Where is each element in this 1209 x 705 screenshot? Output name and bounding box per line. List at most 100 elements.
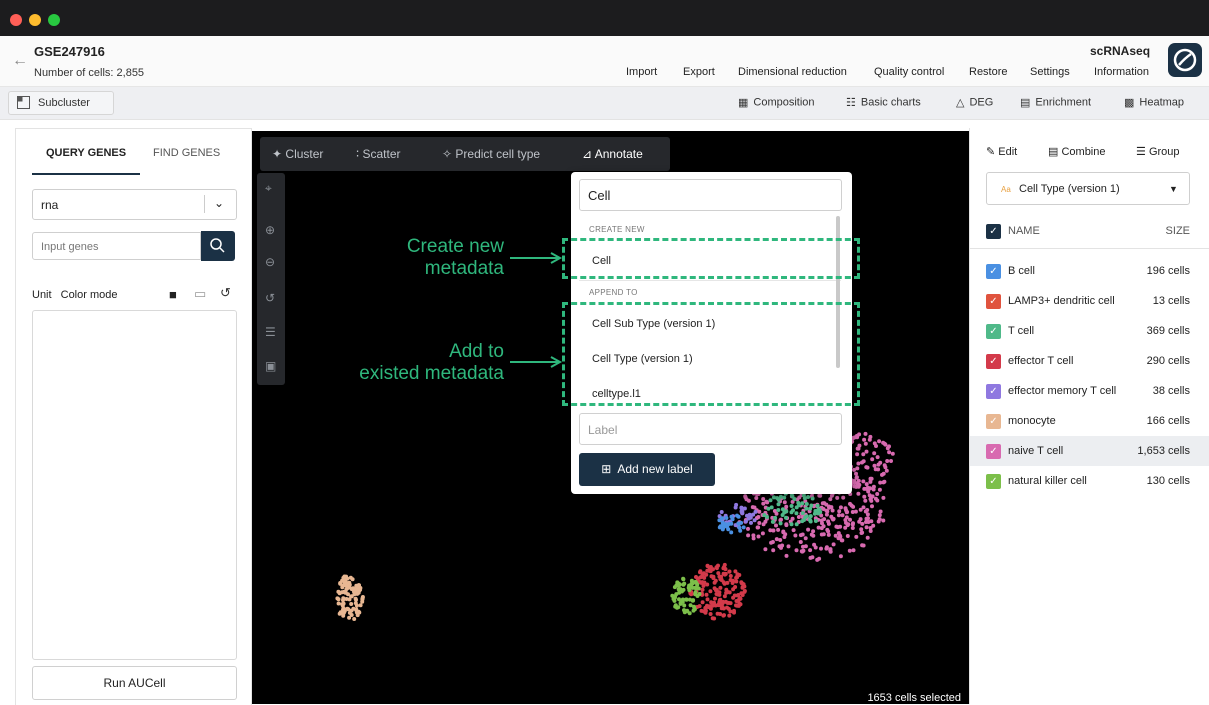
- menu-quality-control[interactable]: Quality control: [874, 66, 944, 78]
- embedding-point: [727, 590, 732, 595]
- embedding-point: [841, 495, 846, 500]
- embedding-point: [778, 538, 783, 542]
- embedding-point: [688, 603, 693, 608]
- heatmap-button[interactable]: ▩ Heatmap: [1124, 96, 1184, 109]
- menu-import[interactable]: Import: [626, 66, 657, 78]
- cluster-checkbox[interactable]: ✓: [986, 384, 1001, 399]
- reset-view-icon[interactable]: ↺: [265, 291, 275, 305]
- export-image-icon[interactable]: ▣: [265, 359, 276, 373]
- menu-information[interactable]: Information: [1094, 66, 1149, 78]
- embedding-point: [890, 451, 895, 456]
- enrichment-button[interactable]: ▤ Enrichment: [1020, 96, 1091, 109]
- cluster-row[interactable]: ✓ B cell 196 cells: [970, 256, 1209, 286]
- embedding-point: [860, 530, 865, 535]
- embedding-point: [863, 431, 868, 436]
- embedding-point: [769, 540, 774, 545]
- cluster-checkbox[interactable]: ✓: [986, 474, 1001, 489]
- cluster-checkbox[interactable]: ✓: [986, 324, 1001, 339]
- embedding-point: [712, 600, 716, 605]
- tool-predict-cell-type[interactable]: ✧ Predict cell type: [442, 147, 540, 161]
- cluster-name: T cell: [1008, 325, 1035, 337]
- deg-button[interactable]: △ DEG: [956, 96, 993, 109]
- run-aucell-button[interactable]: Run AUCell: [32, 666, 237, 700]
- folder-icon[interactable]: ■: [169, 287, 177, 302]
- cluster-row[interactable]: ✓ natural killer cell 130 cells: [970, 466, 1209, 496]
- maximize-window-button[interactable]: [48, 14, 60, 26]
- cluster-row[interactable]: ✓ LAMP3+ dendritic cell 13 cells: [970, 286, 1209, 316]
- gene-input[interactable]: Input genes: [32, 232, 201, 260]
- selection-count: 1653 cells selected: [867, 692, 961, 704]
- metadata-select[interactable]: Aa Cell Type (version 1) ▼: [986, 172, 1190, 205]
- composition-button[interactable]: ▦ Composition: [738, 96, 815, 109]
- label-input[interactable]: Label: [579, 413, 842, 445]
- zoom-in-icon[interactable]: ⊕: [265, 223, 275, 237]
- assay-select[interactable]: rna ⌄: [32, 189, 237, 220]
- edit-button[interactable]: ✎ Edit: [986, 145, 1017, 158]
- basic-charts-button[interactable]: ☷ Basic charts: [846, 96, 921, 109]
- active-tab-indicator: [32, 173, 140, 175]
- add-to-line1: Add to: [449, 341, 504, 362]
- menu-restore[interactable]: Restore: [969, 66, 1008, 78]
- cluster-size: 13 cells: [1152, 295, 1190, 307]
- gene-search-button[interactable]: [201, 231, 235, 261]
- save-icon[interactable]: ▭: [194, 286, 206, 302]
- combine-button[interactable]: ▤ Combine: [1048, 145, 1106, 158]
- embedding-point: [734, 603, 738, 608]
- embedding-point: [720, 527, 725, 532]
- tool-scatter-label: Scatter: [362, 147, 401, 161]
- add-label-icon: ⊞: [601, 462, 612, 476]
- close-window-button[interactable]: [10, 14, 22, 26]
- embedding-point: [705, 564, 710, 569]
- cluster-row[interactable]: ✓ naive T cell 1,653 cells: [970, 436, 1209, 466]
- tool-cluster[interactable]: ✦ Cluster: [272, 147, 323, 161]
- embedding-point: [763, 519, 768, 524]
- tab-find-genes[interactable]: FIND GENES: [153, 147, 220, 159]
- create-new-header: CREATE NEW: [589, 225, 645, 234]
- embedding-point: [343, 579, 348, 584]
- tool-annotate[interactable]: ⊿ Annotate: [582, 147, 643, 161]
- embedding-point: [735, 513, 739, 518]
- right-panel: ✎ Edit ▤ Combine ☰ Group Aa Cell Type (v…: [969, 128, 1209, 704]
- embedding-point: [860, 460, 864, 465]
- embedding-point: [344, 576, 348, 581]
- embedding-point: [862, 494, 867, 499]
- cluster-row[interactable]: ✓ effector T cell 290 cells: [970, 346, 1209, 376]
- menu-export[interactable]: Export: [683, 66, 715, 78]
- menu-dimensional-reduction[interactable]: Dimensional reduction: [738, 66, 847, 78]
- back-arrow-icon[interactable]: ←: [12, 52, 28, 70]
- tool-scatter[interactable]: ∶ Scatter: [356, 147, 400, 161]
- cluster-checkbox[interactable]: ✓: [986, 414, 1001, 429]
- color-mode-label[interactable]: Color mode: [61, 289, 118, 301]
- embedding-point: [878, 509, 883, 514]
- embedding-point: [816, 507, 821, 512]
- minimize-window-button[interactable]: [29, 14, 41, 26]
- embedding-point: [813, 545, 818, 550]
- embedding-point: [821, 532, 826, 537]
- cluster-name: monocyte: [1008, 415, 1056, 427]
- gene-list-box[interactable]: [32, 310, 237, 660]
- adjust-icon[interactable]: ☰: [265, 325, 276, 339]
- lasso-select-icon[interactable]: ⌖: [265, 181, 272, 196]
- select-all-checkbox[interactable]: ✓: [986, 224, 1001, 239]
- app-header: ← GSE247916 Number of cells: 2,855 Impor…: [0, 36, 1209, 87]
- annotate-search-input[interactable]: Cell: [579, 179, 842, 211]
- group-button[interactable]: ☰ Group: [1136, 145, 1180, 158]
- unit-label[interactable]: Unit: [32, 289, 52, 301]
- add-new-label-button[interactable]: ⊞ Add new label: [579, 453, 715, 486]
- cluster-checkbox[interactable]: ✓: [986, 444, 1001, 459]
- cluster-checkbox[interactable]: ✓: [986, 354, 1001, 369]
- subcluster-button[interactable]: Subcluster: [8, 91, 114, 115]
- cluster-checkbox[interactable]: ✓: [986, 264, 1001, 279]
- cluster-row[interactable]: ✓ T cell 369 cells: [970, 316, 1209, 346]
- cluster-checkbox[interactable]: ✓: [986, 294, 1001, 309]
- tab-query-genes[interactable]: QUERY GENES: [46, 147, 126, 159]
- embedding-point: [336, 601, 341, 606]
- embedding-point: [822, 501, 827, 506]
- cluster-row[interactable]: ✓ monocyte 166 cells: [970, 406, 1209, 436]
- menu-settings[interactable]: Settings: [1030, 66, 1070, 78]
- zoom-out-icon[interactable]: ⊖: [265, 255, 275, 269]
- embedding-point: [697, 592, 702, 596]
- embedding-point: [808, 506, 813, 511]
- cluster-row[interactable]: ✓ effector memory T cell 38 cells: [970, 376, 1209, 406]
- reset-icon[interactable]: ↺: [220, 285, 231, 301]
